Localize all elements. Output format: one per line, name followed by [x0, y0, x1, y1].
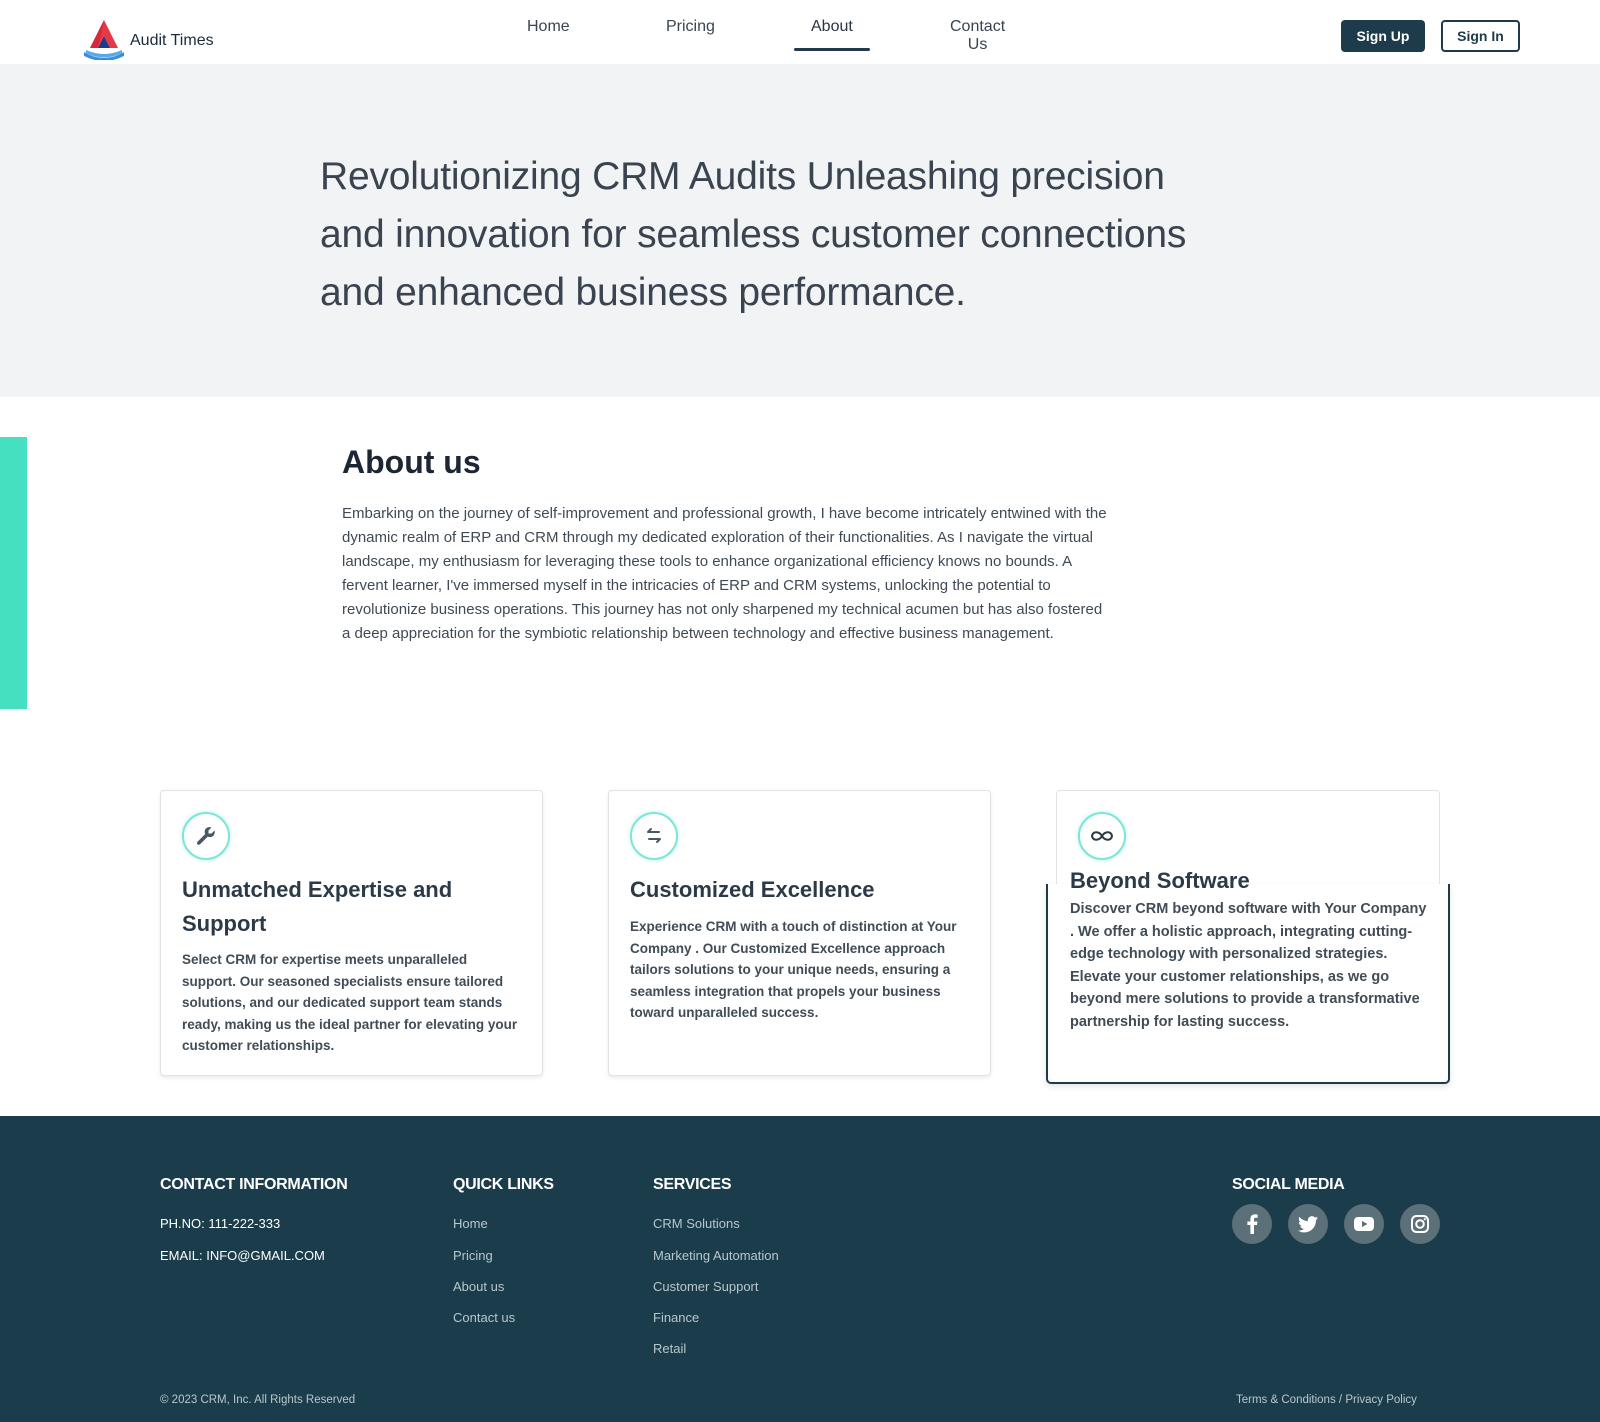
quick-links-heading: QUICK LINKS	[453, 1176, 554, 1193]
about-body: Embarking on the journey of self-improve…	[342, 505, 1107, 642]
active-nav-indicator	[794, 48, 870, 51]
services-heading: SERVICES	[653, 1176, 732, 1193]
phone-number: PH.NO: 111-222-333	[160, 1216, 281, 1231]
footer: CONTACT INFORMATION PH.NO: 111-222-333 E…	[0, 1116, 1600, 1422]
service-retail[interactable]: Retail	[653, 1341, 686, 1356]
nav-contact-us[interactable]: Contact Us	[950, 18, 1005, 54]
card-title: Beyond Software	[1070, 868, 1250, 893]
twitter-icon[interactable]	[1288, 1204, 1328, 1244]
hero-headline: Revolutionizing CRM Audits Unleashing pr…	[320, 155, 1187, 314]
instagram-icon[interactable]	[1400, 1204, 1440, 1244]
social-heading: SOCIAL MEDIA	[1232, 1176, 1345, 1193]
card-title: Unmatched Expertise and Support	[182, 877, 453, 936]
wrench-icon	[182, 812, 230, 860]
feature-card-beyond[interactable]: Beyond Software Discover CRM beyond soft…	[1046, 868, 1450, 1084]
nav-home[interactable]: Home	[527, 18, 570, 36]
youtube-icon[interactable]	[1344, 1204, 1384, 1244]
accent-bar	[0, 437, 27, 709]
footer-link-contact[interactable]: Contact us	[453, 1310, 515, 1325]
service-marketing-automation[interactable]: Marketing Automation	[653, 1248, 779, 1263]
nav-about[interactable]: About	[811, 18, 853, 36]
footer-link-pricing[interactable]: Pricing	[453, 1248, 493, 1263]
nav-pricing[interactable]: Pricing	[666, 18, 715, 36]
card-text: Select CRM for expertise meets unparalle…	[182, 952, 518, 1053]
sign-in-button[interactable]: Sign In	[1441, 20, 1520, 52]
sign-up-button[interactable]: Sign Up	[1341, 20, 1425, 52]
email-address: EMAIL: INFO@GMAIL.COM	[160, 1248, 325, 1263]
card-text: Discover CRM beyond software with Your C…	[1070, 901, 1427, 1030]
facebook-icon[interactable]	[1232, 1204, 1272, 1244]
brand-name: Audit Times	[130, 32, 214, 49]
logo-icon	[84, 20, 124, 60]
copyright-text: © 2023 CRM, Inc. All Rights Reserved	[160, 1394, 356, 1406]
hero-section: Revolutionizing CRM Audits Unleashing pr…	[0, 64, 1600, 397]
exchange-icon	[630, 812, 678, 860]
service-crm-solutions[interactable]: CRM Solutions	[653, 1216, 740, 1231]
about-title: About us	[342, 444, 481, 480]
feature-card-customized: Customized Excellence Experience CRM wit…	[608, 790, 991, 1076]
footer-link-about[interactable]: About us	[453, 1279, 504, 1294]
infinity-icon	[1078, 812, 1126, 860]
header: Audit Times Home Pricing About Contact U…	[0, 0, 1600, 64]
footer-link-home[interactable]: Home	[453, 1216, 488, 1231]
contact-heading: CONTACT INFORMATION	[160, 1176, 348, 1193]
terms-link[interactable]: Terms & Conditions	[1236, 1394, 1336, 1406]
feature-card-expertise: Unmatched Expertise and Support Select C…	[160, 790, 543, 1076]
service-customer-support[interactable]: Customer Support	[653, 1279, 759, 1294]
legal-links: Terms & Conditions / Privacy Policy	[1236, 1394, 1417, 1406]
service-finance[interactable]: Finance	[653, 1310, 699, 1325]
logo[interactable]: Audit Times	[82, 18, 214, 60]
privacy-link[interactable]: Privacy Policy	[1345, 1394, 1417, 1406]
card-text: Experience CRM with a touch of distincti…	[630, 919, 957, 1020]
card-title: Customized Excellence	[630, 877, 875, 902]
